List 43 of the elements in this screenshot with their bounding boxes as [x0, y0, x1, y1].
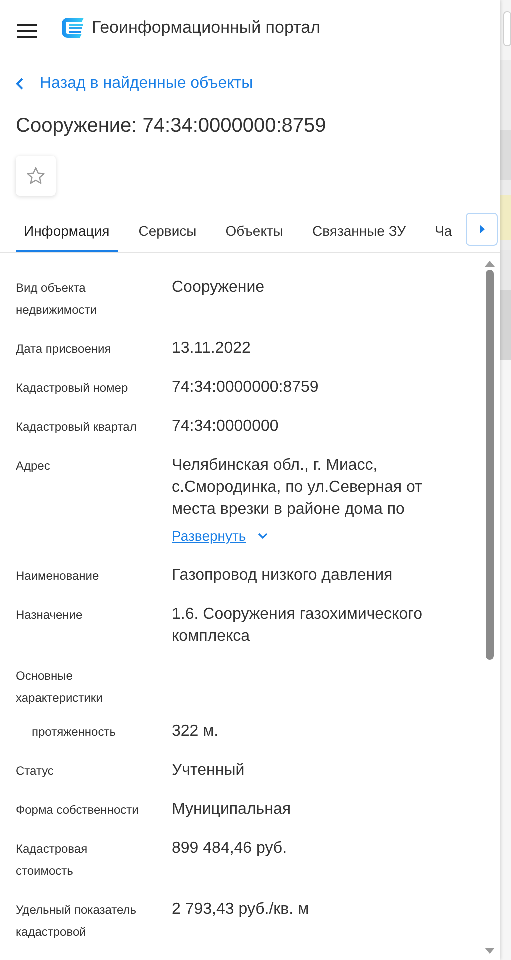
property-value: Муниципальная [172, 800, 292, 820]
property-value: 13.11.2022 [172, 339, 252, 359]
property-value: 1.6. Сооружения газохимического комплекса [172, 605, 424, 647]
property-label: Основные характеристики [16, 668, 104, 707]
back-link[interactable]: Назад в найденные объекты [16, 72, 254, 96]
property-value: 74:34:0000000 [172, 417, 280, 437]
scroll-up-icon[interactable] [485, 261, 495, 267]
property-value: 899 484,46 руб. [172, 839, 288, 859]
property-label: Вид объекта недвижимости [16, 280, 98, 319]
object-title: Сооружение: 74:34:0000000:8759 [15, 114, 328, 138]
tab[interactable]: Информация [16, 213, 118, 252]
back-icon [16, 78, 24, 90]
logo-icon [62, 18, 84, 38]
property-label: протяженность [31, 724, 117, 741]
tab[interactable]: Сервисы [130, 213, 205, 252]
portal-title: Геоинформационный портал [92, 17, 321, 40]
property-value: Учтенный [172, 761, 246, 781]
caret-right-icon [480, 225, 484, 234]
star-button[interactable] [16, 156, 56, 196]
property-value: 74:34:0000000:8759 [172, 378, 320, 398]
property-value: 322 м. [172, 722, 220, 742]
property-value: Сооружение [172, 278, 266, 298]
property-label: Адрес [16, 458, 52, 475]
property-label: Назначение [16, 607, 84, 624]
tab[interactable]: Объекты [218, 213, 292, 252]
tab[interactable]: Ча [427, 213, 452, 252]
property-label: Статус [16, 763, 55, 780]
property-label: Форма собственности [16, 802, 140, 819]
scroll-down-icon[interactable] [485, 948, 495, 954]
property-value: 2 793,43 руб./кв. м [172, 900, 310, 920]
property-label: Кадастровая стоимость [16, 841, 89, 880]
property-value: Челябинская обл., г. Миасс, с.Смородинка, по ул.Северная от места врезки в районе дома по [172, 456, 424, 520]
property-label: Кадастровый квартал [16, 419, 138, 436]
property-label: Дата присвоения [16, 341, 112, 358]
scroll-right-button[interactable] [466, 213, 498, 246]
property-label: Удельный показатель кадастровой [16, 902, 138, 941]
property-value: Газопровод низкого давления [172, 566, 394, 586]
expand-link[interactable]: Развернуть [172, 525, 268, 547]
star-icon [26, 166, 46, 186]
property-label: Кадастровый номер [16, 380, 130, 397]
chevron-down-icon [258, 532, 268, 540]
property-label: Наименование [16, 568, 100, 585]
tab[interactable]: Связанные ЗУ [304, 213, 414, 252]
